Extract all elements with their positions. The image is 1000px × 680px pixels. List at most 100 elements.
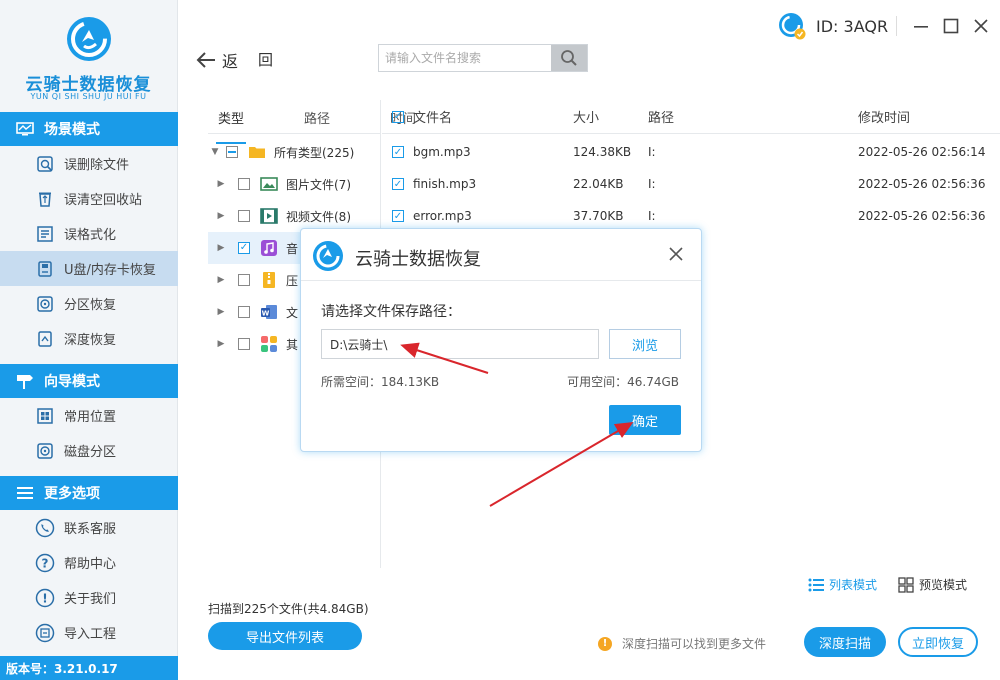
user-id[interactable]: ID: 3AQR [778, 12, 888, 40]
preview-view-label: 预览模式 [919, 578, 968, 592]
nav-item-import[interactable]: 导入工程 [0, 615, 178, 650]
file-size: 22.04KB [573, 177, 624, 191]
section-title: 向导模式 [44, 374, 100, 390]
tree-row-label: 文 [286, 305, 299, 320]
expand-right-icon[interactable]: ▶ [214, 243, 228, 253]
export-list-button[interactable]: 导出文件列表 [208, 622, 362, 650]
user-id-text: ID: 3AQR [816, 16, 889, 36]
expand-right-icon[interactable]: ▶ [214, 275, 228, 285]
file-name: finish.mp3 [413, 177, 477, 191]
checkbox[interactable] [238, 306, 250, 318]
app-logo: 云骑士数据恢复 YUN QI SHI SHU JU HUI FU [0, 0, 177, 112]
column-path[interactable]: 路径 [648, 100, 674, 133]
save-path-input[interactable] [321, 329, 599, 359]
checkbox[interactable]: ✓ [392, 178, 404, 190]
tab-type[interactable]: 类型 [215, 108, 247, 144]
format-icon [35, 224, 55, 244]
close-icon[interactable] [665, 243, 687, 265]
import-icon [35, 623, 55, 643]
file-path: I: [648, 145, 656, 159]
checkbox[interactable] [226, 146, 238, 158]
usb-card-icon [35, 259, 55, 279]
required-space: 所需空间：184.13KB [321, 375, 440, 389]
nav-item-format[interactable]: 误格式化 [0, 216, 178, 251]
nav-item-deep-recover[interactable]: 深度恢复 [0, 321, 178, 356]
recover-now-button[interactable]: 立即恢复 [898, 627, 978, 657]
tab-path[interactable]: 路径 [304, 108, 330, 136]
browse-button[interactable]: 浏览 [609, 329, 681, 359]
checkbox[interactable]: ✓ [392, 210, 404, 222]
help-icon: ? [35, 553, 55, 573]
windows-icon [35, 406, 55, 426]
folder-icon [249, 147, 265, 158]
nav-item-support[interactable]: 联系客服 [0, 510, 178, 545]
column-modified[interactable]: 修改时间 [858, 100, 910, 133]
preview-view-toggle[interactable]: 预览模式 [898, 576, 967, 593]
back-button[interactable]: 返 [196, 48, 238, 72]
table-row[interactable]: ✓ finish.mp3 22.04KB I: 2022-05-26 02:56… [382, 168, 1000, 200]
svg-text:?: ? [42, 556, 49, 570]
nav-item-label: 磁盘分区 [64, 445, 117, 460]
confirm-button[interactable]: 确定 [609, 405, 681, 435]
divider [208, 133, 380, 134]
expand-right-icon[interactable]: ▶ [214, 339, 228, 349]
list-view-icon [808, 578, 824, 591]
tree-row-all-types[interactable]: ▼ 所有类型(225) [208, 136, 380, 168]
menu-icon [14, 484, 36, 502]
nav-item-usb-card[interactable]: U盘/内存卡恢复 [0, 251, 178, 286]
nav-item-common-locations[interactable]: 常用位置 [0, 398, 178, 433]
dialog-header: 云骑士数据恢复 [301, 229, 701, 281]
expand-right-icon[interactable]: ▶ [214, 179, 228, 189]
file-modified: 2022-05-26 02:56:14 [858, 145, 986, 159]
table-row[interactable]: ✓ bgm.mp3 124.38KB I: 2022-05-26 02:56:1… [382, 136, 1000, 168]
expand-right-icon[interactable]: ▶ [214, 211, 228, 221]
maximize-button[interactable] [939, 14, 963, 38]
list-view-toggle[interactable]: 列表模式 [808, 576, 877, 593]
logo-icon [67, 17, 111, 61]
tree-row-label: 其 [286, 337, 299, 352]
checkbox[interactable]: ✓ [392, 110, 404, 123]
tree-row-label: 图片文件(7) [286, 177, 351, 192]
expand-right-icon[interactable]: ▶ [214, 307, 228, 317]
other-file-icon [261, 336, 277, 352]
back-label-2: 回 [258, 51, 274, 69]
tree-tabs: 类型 路径 时间 [208, 104, 416, 144]
nav-item-recycle-bin[interactable]: 误清空回收站 [0, 181, 178, 216]
svg-text:!: ! [42, 591, 47, 605]
minimize-button[interactable] [909, 14, 933, 38]
checkbox[interactable]: ✓ [392, 146, 404, 158]
user-avatar-icon [779, 13, 806, 40]
deep-scan-button[interactable]: 深度扫描 [804, 627, 886, 657]
tree-row-images[interactable]: ▶ 图片文件(7) [208, 168, 380, 200]
expand-down-icon[interactable]: ▼ [208, 147, 222, 157]
nav-item-label: 常用位置 [64, 410, 117, 425]
close-window-button[interactable] [969, 14, 993, 38]
nav-item-help[interactable]: ? 帮助中心 [0, 545, 178, 580]
document-file-icon: W [261, 305, 277, 319]
tree-row-label: 音 [286, 241, 299, 256]
checkbox[interactable] [238, 242, 250, 254]
file-path: I: [648, 177, 656, 191]
nav-item-about[interactable]: ! 关于我们 [0, 580, 178, 615]
checkbox[interactable] [238, 178, 250, 190]
disk-icon [35, 441, 55, 461]
section-more-options: 更多选项 联系客服 ? 帮助中心 ! 关于我们 导入工程 [0, 476, 178, 650]
nav-item-deleted-files[interactable]: 误删除文件 [0, 146, 178, 181]
section-header-guide: 向导模式 [0, 364, 178, 398]
file-size: 124.38KB [573, 145, 632, 159]
nav-item-label: 关于我们 [64, 592, 117, 607]
select-all[interactable]: ✓ [392, 100, 404, 133]
search-input[interactable] [379, 45, 551, 71]
nav-item-disk-partition[interactable]: 磁盘分区 [0, 433, 178, 468]
image-file-icon [260, 177, 278, 191]
column-name[interactable]: 文件名 [413, 100, 452, 133]
checkbox[interactable] [238, 338, 250, 350]
window-controls [896, 14, 999, 38]
checkbox[interactable] [238, 274, 250, 286]
checkbox[interactable] [238, 210, 250, 222]
search-button[interactable] [551, 45, 587, 71]
column-size[interactable]: 大小 [573, 100, 599, 133]
file-name: bgm.mp3 [413, 145, 471, 159]
search-icon [561, 50, 577, 66]
nav-item-partition[interactable]: 分区恢复 [0, 286, 178, 321]
